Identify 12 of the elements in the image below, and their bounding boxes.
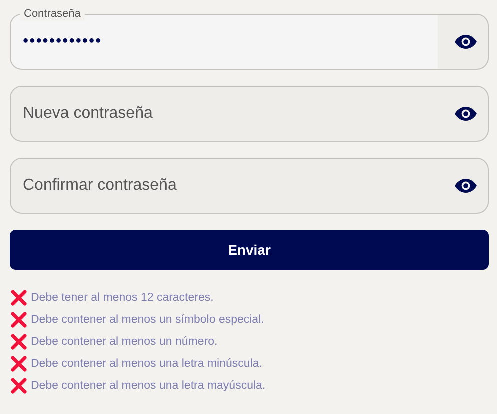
requirement-text: Debe contener al menos una letra mayúscula. [31, 380, 266, 392]
eye-icon [455, 35, 477, 49]
requirement-text: Debe tener al menos 12 caracteres. [31, 292, 214, 304]
eye-icon [455, 179, 477, 193]
field-label: Contraseña [20, 7, 85, 21]
password-field[interactable]: Confirmar contraseña [10, 158, 489, 214]
requirement-text: Debe contener al menos un símbolo especial. [31, 314, 264, 326]
requirement-text: Debe contener al menos un número. [31, 336, 218, 348]
eye-icon [455, 107, 477, 121]
submit-button[interactable]: Enviar [10, 230, 489, 270]
requirement-text: Debe contener al menos una letra minúscula. [31, 358, 262, 370]
password-field[interactable]: Nueva contraseña [10, 86, 489, 142]
